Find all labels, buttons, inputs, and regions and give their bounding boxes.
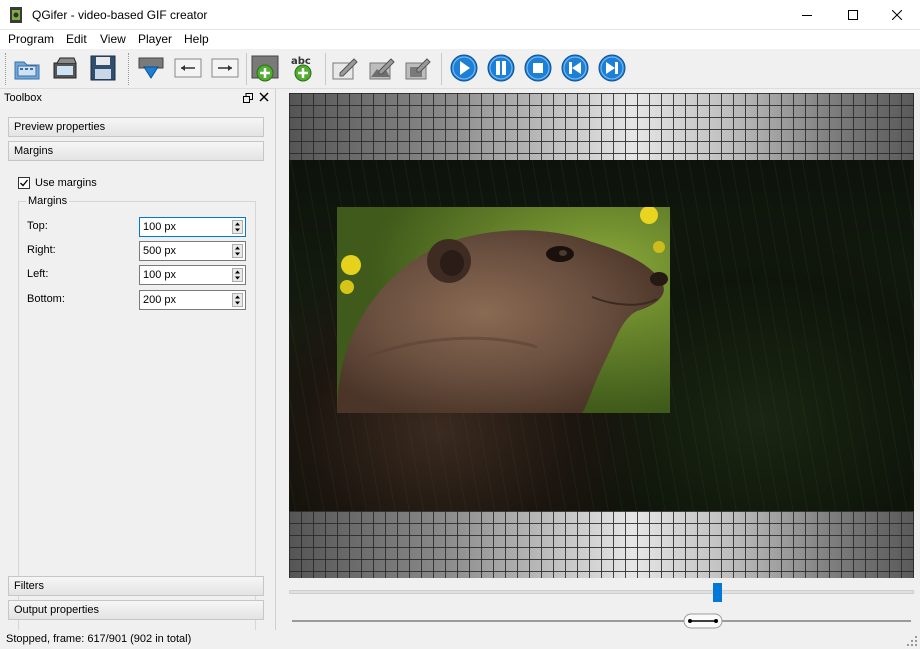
bottom-margin-value: 200 px [143,294,177,306]
right-margin-value: 500 px [143,245,177,257]
left-margin-spinbox[interactable]: 100 px [139,265,246,285]
toolbar-grip[interactable] [128,53,131,85]
right-label: Right: [27,244,56,256]
top-margin-value: 100 px [143,221,177,233]
menu-view[interactable]: View [100,32,126,46]
set-end-icon[interactable] [210,53,240,83]
edit-icon[interactable] [330,53,360,83]
maximize-button[interactable] [830,0,876,30]
minimize-button[interactable] [784,0,830,30]
transparency-grid-bottom [289,511,914,578]
open-project-icon[interactable] [50,53,80,83]
spin-arrows-icon [235,270,240,280]
spin-arrows-icon [235,246,240,256]
status-text: Stopped, frame: 617/901 (902 in total) [6,633,192,645]
position-slider-track[interactable] [289,590,914,594]
toolbar-separator [441,53,442,85]
add-text-icon[interactable]: abc [288,53,318,83]
window-title: QGifer - video-based GIF creator [32,8,208,22]
range-handle-icon[interactable] [683,613,723,629]
spin-arrows-icon [235,295,240,305]
video-preview[interactable] [289,93,914,578]
section-output-properties[interactable]: Output properties [8,600,264,620]
set-start-icon[interactable] [173,53,203,83]
title-bar: QGifer - video-based GIF creator [0,0,920,30]
close-icon [892,10,902,20]
left-label: Left: [27,268,49,280]
menu-player[interactable]: Player [138,32,172,46]
stop-icon[interactable] [523,53,553,83]
next-icon[interactable] [597,53,627,83]
top-margin-spinbox[interactable]: 100 px [139,217,246,237]
crop-region[interactable] [337,207,670,413]
play-icon[interactable] [449,53,479,83]
margins-group-title: Margins [26,195,70,207]
top-label: Top: [27,220,48,232]
toolbar: abc [0,49,920,89]
position-slider-handle[interactable] [712,583,722,602]
pause-icon[interactable] [486,53,516,83]
edit-objects-icon[interactable] [367,53,397,83]
section-margins[interactable]: Margins [8,141,264,161]
left-margin-value: 100 px [143,269,177,281]
toolbar-separator [246,53,247,85]
range-slider-track[interactable] [292,620,911,622]
resize-grip-icon[interactable] [907,636,917,646]
right-margin-spinbox[interactable]: 500 px [139,241,246,261]
previous-icon[interactable] [560,53,590,83]
save-icon[interactable] [88,53,118,83]
status-bar: Stopped, frame: 617/901 (902 in total) [0,630,920,649]
minimize-icon [802,15,812,16]
use-margins-checkbox[interactable] [18,177,30,189]
float-icon[interactable] [243,93,253,103]
menu-bar: Program Edit View Player Help [0,30,920,49]
marmot-image [337,207,670,413]
close-icon[interactable] [259,92,269,102]
qgifer-app-icon [10,7,22,23]
bottom-margin-spinbox[interactable]: 200 px [139,290,246,310]
toolbar-grip[interactable] [5,53,8,85]
open-video-icon[interactable] [12,53,42,83]
edit-frames-icon[interactable] [403,53,433,83]
toolbox-panel: Toolbox Preview properties Margins Use m… [0,89,276,648]
section-filters[interactable]: Filters [8,576,264,596]
menu-program[interactable]: Program [8,32,54,46]
bottom-label: Bottom: [27,293,65,305]
spin-arrows[interactable] [232,244,243,258]
spin-arrows[interactable] [232,220,243,234]
maximize-icon [848,10,858,20]
transparency-grid-top [289,93,914,160]
add-object-icon[interactable] [250,53,280,83]
close-button[interactable] [874,0,920,30]
extract-gif-icon[interactable] [136,53,166,83]
spin-arrows[interactable] [232,268,243,282]
use-margins-label: Use margins [35,177,97,189]
toolbox-header: Toolbox [0,89,276,107]
checkmark-icon [20,179,29,187]
spin-arrows-icon [235,222,240,232]
menu-edit[interactable]: Edit [66,32,87,46]
section-preview-properties[interactable]: Preview properties [8,117,264,137]
toolbox-title: Toolbox [4,92,42,104]
toolbar-separator [325,53,326,85]
menu-help[interactable]: Help [184,32,209,46]
spin-arrows[interactable] [232,293,243,307]
